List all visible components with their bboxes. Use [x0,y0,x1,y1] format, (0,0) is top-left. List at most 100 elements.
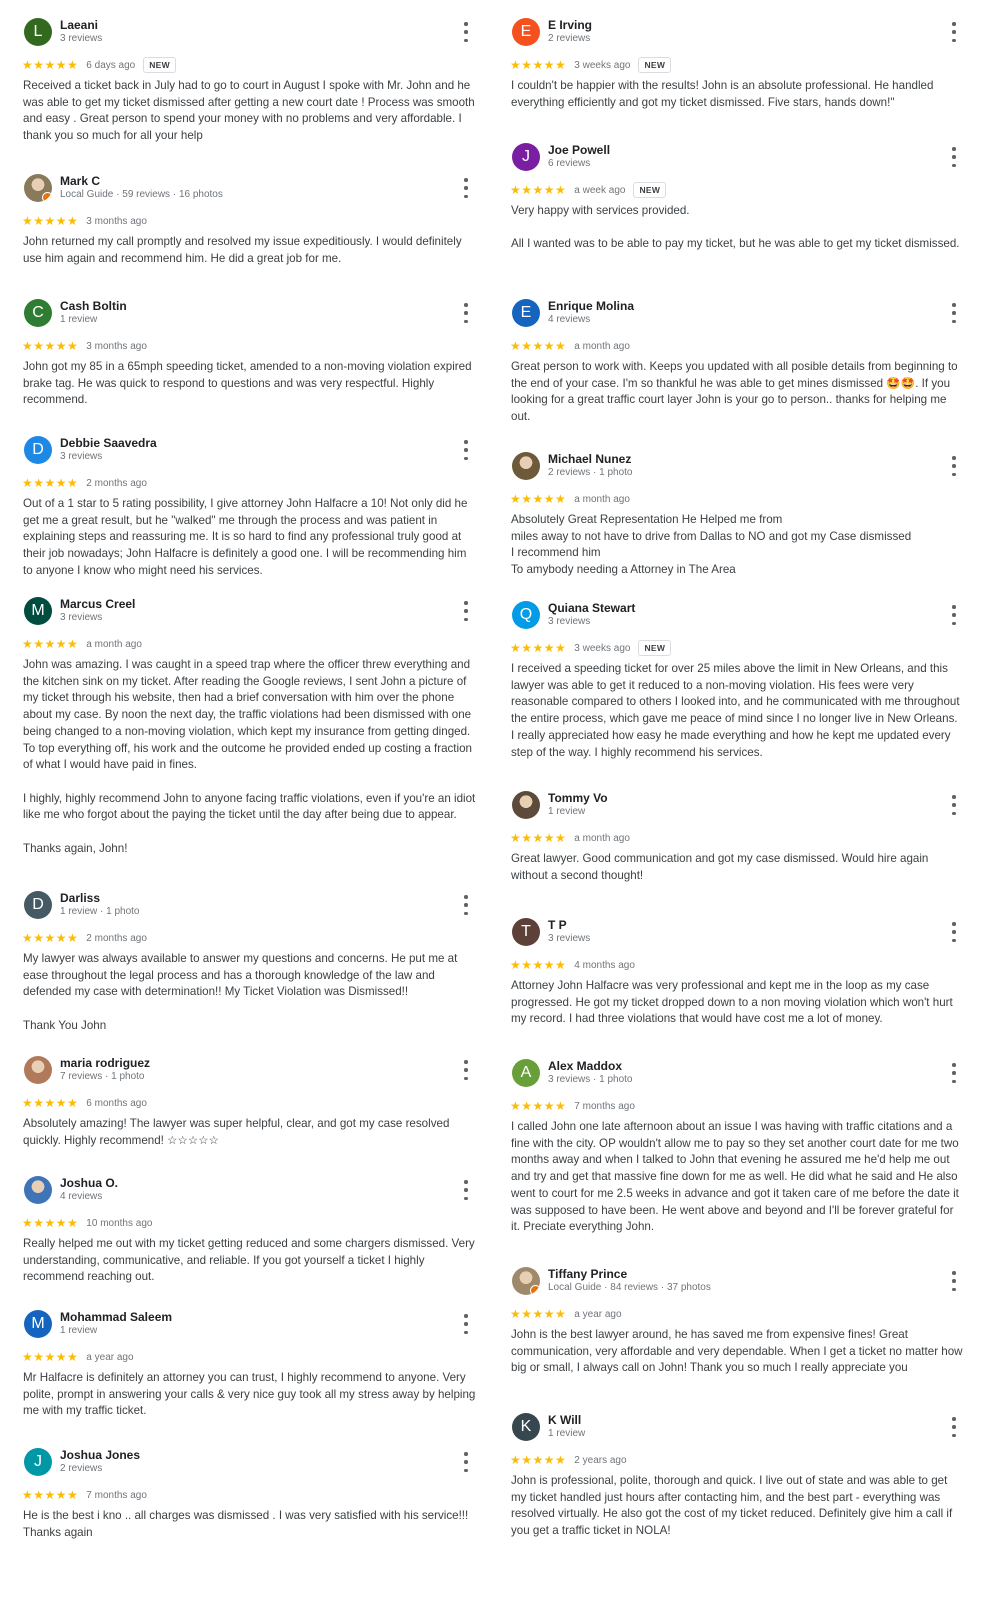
avatar[interactable]: D [24,436,52,464]
reviewer-name[interactable]: Tiffany Prince [548,1267,627,1281]
dot [464,319,468,323]
review-date: 6 months ago [86,1097,147,1109]
more-options-icon[interactable] [458,1314,474,1334]
profile-photo-avatar[interactable] [24,1056,52,1084]
profile-photo-avatar[interactable] [512,1267,540,1295]
more-options-icon[interactable] [458,895,474,915]
profile-photo-avatar[interactable] [24,174,52,202]
reviewer-name[interactable]: K Will [548,1413,581,1427]
reviewer-name[interactable]: Cash Boltin [60,299,127,313]
avatar[interactable]: L [24,18,52,46]
review-header: E E Irving 2 reviews [508,16,968,50]
review-header: M Marcus Creel 3 reviews [20,595,480,629]
more-options-icon[interactable] [458,1180,474,1200]
more-options-icon[interactable] [946,147,962,167]
profile-photo-avatar[interactable] [24,1176,52,1204]
more-options-icon[interactable] [946,1271,962,1291]
avatar[interactable]: M [24,1310,52,1338]
avatar[interactable]: A [512,1059,540,1087]
more-options-icon[interactable] [946,1417,962,1437]
reviewer-name[interactable]: Enrique Molina [548,299,634,313]
dot [464,601,468,605]
review-card: J Joe Powell 6 reviews ★★★★★ a week ago NEW Ve… [508,141,968,253]
reviewer-meta: 3 reviews · 1 photo [548,1074,633,1085]
review-card: M Marcus Creel 3 reviews ★★★★★ a month ago Jo… [20,595,480,857]
review-card: Tiffany Prince Local Guide · 84 reviews ·… [508,1265,968,1377]
review-header: Tommy Vo 1 review [508,789,968,823]
review-rating-row: ★★★★★ 6 days ago NEW [20,54,480,76]
reviewer-name[interactable]: Joshua Jones [60,1448,140,1462]
review-date: a week ago [574,184,626,196]
dot [464,617,468,621]
more-options-icon[interactable] [458,440,474,460]
profile-photo-avatar[interactable] [512,452,540,480]
reviewer-name[interactable]: Darliss [60,891,100,905]
reviewer-meta: Local Guide · 84 reviews · 37 photos [548,1282,711,1293]
more-options-icon[interactable] [946,922,962,942]
more-options-icon[interactable] [458,1452,474,1472]
dot [952,38,956,42]
avatar[interactable]: E [512,299,540,327]
more-options-icon[interactable] [458,178,474,198]
more-options-icon[interactable] [458,601,474,621]
review-text: Really helped me out with my ticket gett… [23,1237,475,1284]
more-options-icon[interactable] [946,303,962,323]
avatar[interactable]: M [24,597,52,625]
reviewer-name[interactable]: Laeani [60,18,98,32]
reviewer-name[interactable]: Quiana Stewart [548,601,635,615]
dot [464,903,468,907]
review-text: I called John one late afternoon about a… [511,1120,959,1234]
more-options-icon[interactable] [458,303,474,323]
star-rating-icon: ★★★★★ [22,1488,79,1502]
avatar[interactable]: Q [512,601,540,629]
more-options-icon[interactable] [946,795,962,815]
reviewer-name[interactable]: Joshua O. [60,1176,118,1190]
reviewer-name[interactable]: Mohammad Saleem [60,1310,172,1324]
more-options-icon[interactable] [458,1060,474,1080]
star-rating-icon: ★★★★★ [22,339,79,353]
review-card: Joshua O. 4 reviews ★★★★★ 10 months ago Real… [20,1174,480,1286]
star-rating-icon: ★★★★★ [22,1096,79,1110]
profile-photo-avatar[interactable] [512,791,540,819]
avatar[interactable]: C [24,299,52,327]
avatar[interactable]: J [512,143,540,171]
avatar[interactable]: J [24,1448,52,1476]
more-options-icon[interactable] [946,22,962,42]
review-card: L Laeani 3 reviews ★★★★★ 6 days ago NEW Receiv… [20,16,480,145]
reviewer-name[interactable]: Mark C [60,174,100,188]
review-rating-row: ★★★★★ 2 months ago [20,472,480,494]
star-rating-icon: ★★★★★ [22,1350,79,1364]
reviewer-meta: 2 reviews · 1 photo [548,467,633,478]
more-options-icon[interactable] [946,456,962,476]
reviewer-name[interactable]: E Irving [548,18,592,32]
avatar[interactable]: T [512,918,540,946]
new-badge: NEW [143,57,176,73]
reviewer-name[interactable]: Joe Powell [548,143,610,157]
star-rating-icon: ★★★★★ [510,831,567,845]
more-options-icon[interactable] [458,22,474,42]
reviewer-name[interactable]: Marcus Creel [60,597,135,611]
dot [952,1079,956,1083]
dot [464,911,468,915]
reviewer-name[interactable]: Alex Maddox [548,1059,622,1073]
avatar[interactable]: K [512,1413,540,1441]
avatar[interactable]: D [24,891,52,919]
reviewer-name[interactable]: maria rodriguez [60,1056,150,1070]
more-options-icon[interactable] [946,1063,962,1083]
reviewer-name[interactable]: Michael Nunez [548,452,631,466]
avatar[interactable]: E [512,18,540,46]
review-header: J Joshua Jones 2 reviews [20,1446,480,1480]
star-rating-icon: ★★★★★ [510,1307,567,1321]
review-card: M Mohammad Saleem 1 review ★★★★★ a year ago M… [20,1308,480,1420]
reviewer-name[interactable]: Debbie Saavedra [60,436,157,450]
review-date: 7 months ago [86,1489,147,1501]
reviewer-name[interactable]: Tommy Vo [548,791,608,805]
review-rating-row: ★★★★★ 2 years ago [508,1449,968,1471]
reviewer-meta: 3 reviews [60,451,103,462]
reviewer-name[interactable]: T P [548,918,567,932]
reviewer-meta: 6 reviews [548,158,591,169]
more-options-icon[interactable] [946,605,962,625]
dot [952,1279,956,1283]
dot [464,1188,468,1192]
review-rating-row: ★★★★★ 3 months ago [20,210,480,232]
